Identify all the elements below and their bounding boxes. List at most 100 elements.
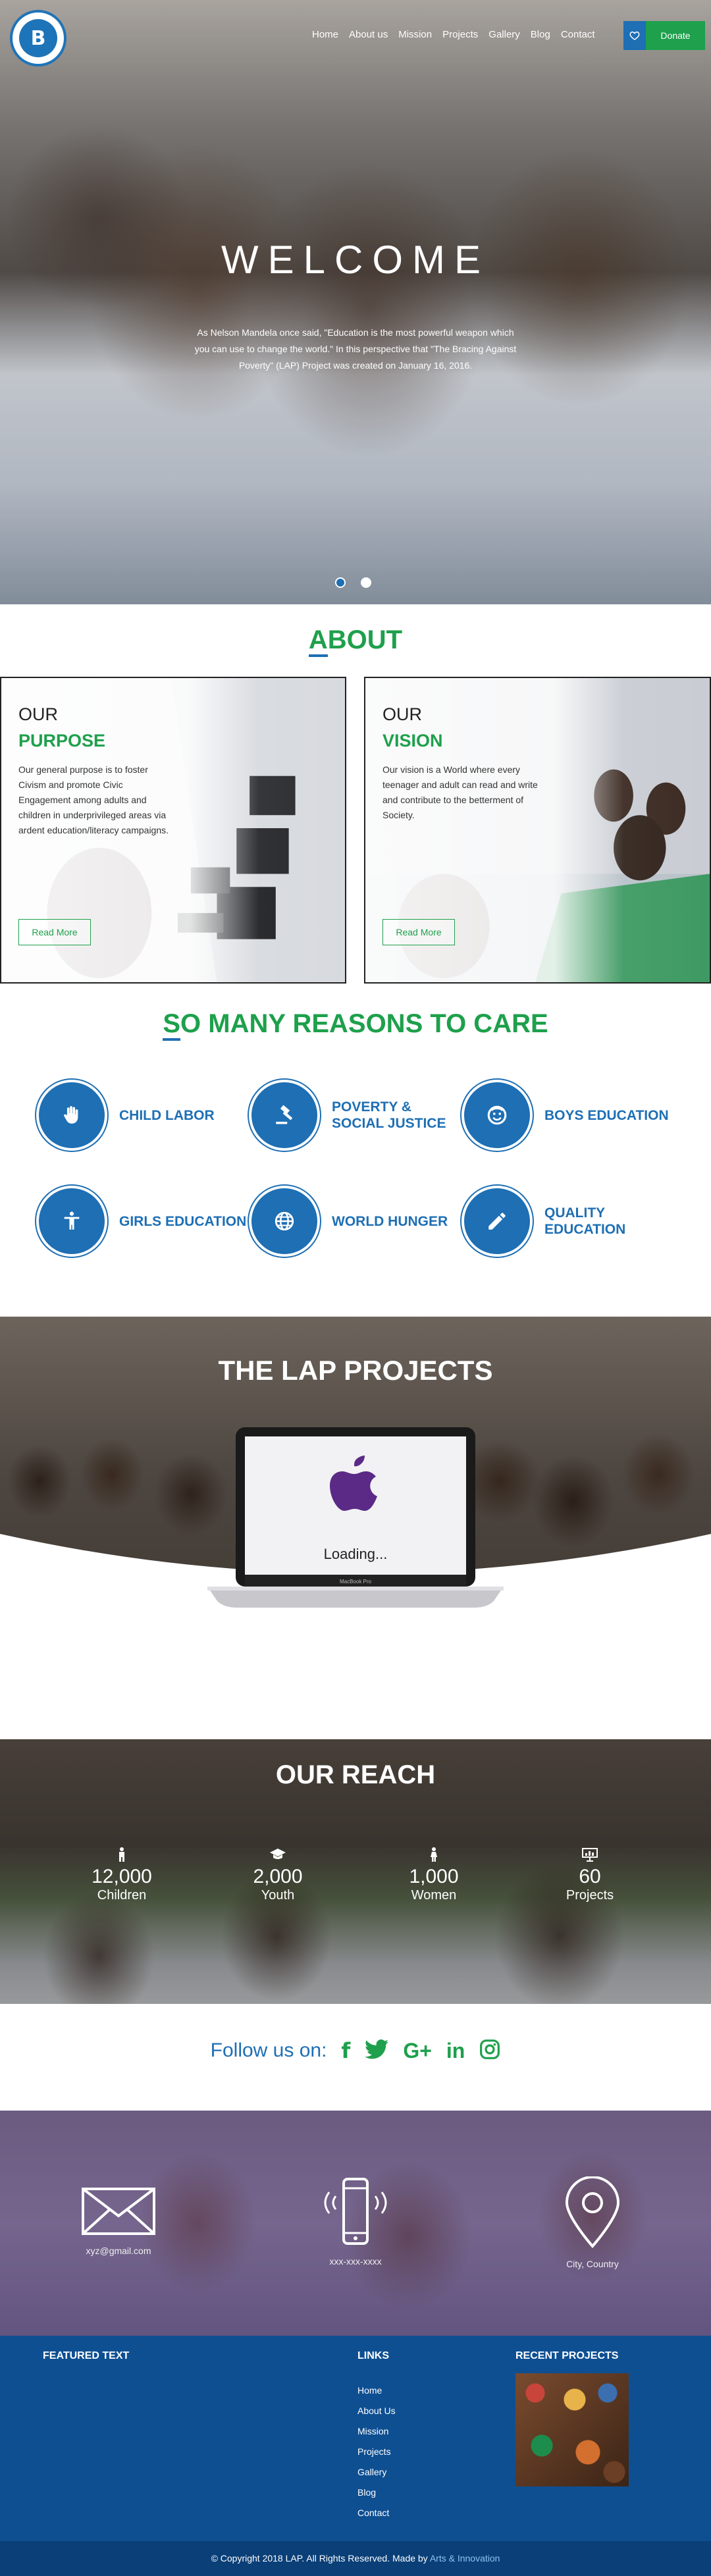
envelope-icon xyxy=(82,2188,155,2235)
reason-label: GIRLS EDUCATION xyxy=(119,1213,247,1229)
vision-text: Our vision is a World where every teenag… xyxy=(382,764,538,820)
stat-projects: 60 Projects xyxy=(537,1847,643,1903)
reason-label: POVERTY & SOCIAL JUSTICE xyxy=(332,1099,446,1131)
recent-project-thumbnail[interactable] xyxy=(515,2373,629,2486)
stat-label: Projects xyxy=(566,1888,614,1903)
graduation-cap-icon xyxy=(225,1847,330,1866)
slider-dot-2[interactable] xyxy=(361,577,371,588)
presentation-icon xyxy=(537,1847,643,1866)
contact-phone-text: xxx-xxx-xxxx xyxy=(329,2256,382,2267)
stat-value: 2,000 xyxy=(253,1866,303,1887)
reason-label: BOYS EDUCATION xyxy=(544,1107,669,1123)
child-icon xyxy=(69,1847,174,1866)
gavel-icon xyxy=(249,1080,320,1151)
reason-world-hunger[interactable]: WORLD HUNGER xyxy=(249,1186,448,1257)
person-icon xyxy=(36,1186,107,1257)
footer-link-mission[interactable]: Mission xyxy=(357,2426,388,2436)
reasons-heading-rest: O MANY REASONS TO CARE xyxy=(180,1009,548,1038)
hero-text: As Nelson Mandela once said, "Education … xyxy=(194,327,517,371)
footer-link-blog[interactable]: Blog xyxy=(357,2487,376,2498)
reason-label: WORLD HUNGER xyxy=(332,1213,448,1229)
footer-links-heading: LINKS xyxy=(357,2350,389,2361)
purpose-read-more-button[interactable]: Read More xyxy=(18,919,91,945)
maker-link[interactable]: Arts & Innovation xyxy=(430,2553,500,2563)
vision-line1: OUR xyxy=(382,704,422,724)
stat-value: 60 xyxy=(579,1866,601,1887)
reason-child-labor[interactable]: CHILD LABOR xyxy=(36,1080,215,1151)
laptop-brand: MacBook Pro xyxy=(339,1579,372,1585)
vision-title: VISION xyxy=(382,731,443,750)
nav-about[interactable]: About us xyxy=(344,29,393,40)
instagram-icon[interactable] xyxy=(479,2039,500,2063)
loading-text: Loading... xyxy=(323,1546,388,1562)
facebook-icon[interactable]: f xyxy=(341,2038,350,2063)
footer-link-gallery[interactable]: Gallery xyxy=(357,2467,386,2477)
woman-icon xyxy=(381,1847,487,1866)
nav-mission[interactable]: Mission xyxy=(393,29,437,40)
purpose-line1: OUR xyxy=(18,704,58,724)
stat-children: 12,000 Children xyxy=(69,1847,174,1903)
reason-label: QUALITY EDUCATION xyxy=(544,1205,626,1237)
stat-youth: 2,000 Youth xyxy=(225,1847,330,1903)
reason-boys-education[interactable]: BOYS EDUCATION xyxy=(461,1080,669,1151)
phone-icon xyxy=(324,2178,387,2245)
donate-button[interactable]: Donate xyxy=(623,21,705,50)
vision-read-more-button[interactable]: Read More xyxy=(382,919,455,945)
face-icon xyxy=(461,1080,533,1151)
footer-link-home[interactable]: Home xyxy=(357,2385,382,2396)
contact-location-text: City, Country xyxy=(566,2259,619,2269)
contact-email-text: xyz@gmail.com xyxy=(86,2246,151,2256)
nav-gallery[interactable]: Gallery xyxy=(483,29,525,40)
hand-icon xyxy=(36,1080,107,1151)
nav-projects[interactable]: Projects xyxy=(437,29,483,40)
contact-phone[interactable]: xxx-xxx-xxxx xyxy=(283,2176,428,2267)
hero-title: WELCOME xyxy=(221,238,490,282)
main-nav: Home About us Mission Projects Gallery B… xyxy=(307,29,600,40)
follow-bar: Follow us on: f G+ in xyxy=(0,2038,711,2063)
about-heading: ABOUT xyxy=(0,625,711,657)
about-heading-first: A xyxy=(308,625,328,657)
projects-title: THE LAP PROJECTS xyxy=(218,1355,493,1386)
nav-blog[interactable]: Blog xyxy=(525,29,556,40)
reason-poverty[interactable]: POVERTY & SOCIAL JUSTICE xyxy=(249,1080,457,1151)
reason-quality-education[interactable]: QUALITY EDUCATION xyxy=(461,1186,637,1257)
contact-email[interactable]: xyz@gmail.com xyxy=(46,2187,191,2256)
logo-mark: B xyxy=(19,19,57,57)
about-heading-rest: BOUT xyxy=(327,625,403,654)
globe-icon xyxy=(249,1186,320,1257)
stat-label: Youth xyxy=(261,1888,295,1903)
reach-title: OUR REACH xyxy=(275,1760,436,1789)
reasons-heading-first: S xyxy=(163,1009,181,1041)
site-logo[interactable]: B xyxy=(10,10,66,66)
google-plus-icon[interactable]: G+ xyxy=(403,2039,432,2063)
purpose-title: PURPOSE xyxy=(18,731,106,750)
twitter-icon[interactable] xyxy=(365,2039,389,2063)
purpose-text: Our general purpose is to foster Civism … xyxy=(18,764,169,835)
linkedin-icon[interactable]: in xyxy=(446,2039,465,2063)
stat-value: 1,000 xyxy=(409,1866,459,1887)
footer-link-contact[interactable]: Contact xyxy=(357,2508,389,2518)
copyright-text: © Copyright 2018 LAP. All Rights Reserve… xyxy=(211,2553,430,2563)
hero-overlay xyxy=(0,0,711,604)
footer-link-projects[interactable]: Projects xyxy=(357,2446,391,2457)
footer-featured-heading: FEATURED TEXT xyxy=(43,2350,130,2361)
nav-contact[interactable]: Contact xyxy=(556,29,600,40)
vision-card: OUR VISION Our vision is a World where e… xyxy=(364,677,711,984)
stat-women: 1,000 Women xyxy=(381,1847,487,1903)
slider-dot-1[interactable] xyxy=(335,577,346,588)
heart-icon xyxy=(623,21,646,50)
location-pin-icon xyxy=(565,2176,620,2249)
footer-recent-heading: RECENT PROJECTS xyxy=(515,2350,619,2361)
stat-value: 12,000 xyxy=(92,1866,152,1887)
contact-location[interactable]: City, Country xyxy=(520,2176,665,2269)
donate-label: Donate xyxy=(660,30,691,41)
stat-label: Children xyxy=(97,1888,147,1903)
reason-girls-education[interactable]: GIRLS EDUCATION xyxy=(36,1186,246,1257)
copyright-bar: © Copyright 2018 LAP. All Rights Reserve… xyxy=(0,2541,711,2576)
reason-label: CHILD LABOR xyxy=(119,1107,215,1123)
follow-label: Follow us on: xyxy=(210,2039,327,2061)
nav-home[interactable]: Home xyxy=(307,29,344,40)
pencil-icon xyxy=(461,1186,533,1257)
footer-link-about[interactable]: About Us xyxy=(357,2405,396,2416)
purpose-card: OUR PURPOSE Our general purpose is to fo… xyxy=(0,677,346,984)
